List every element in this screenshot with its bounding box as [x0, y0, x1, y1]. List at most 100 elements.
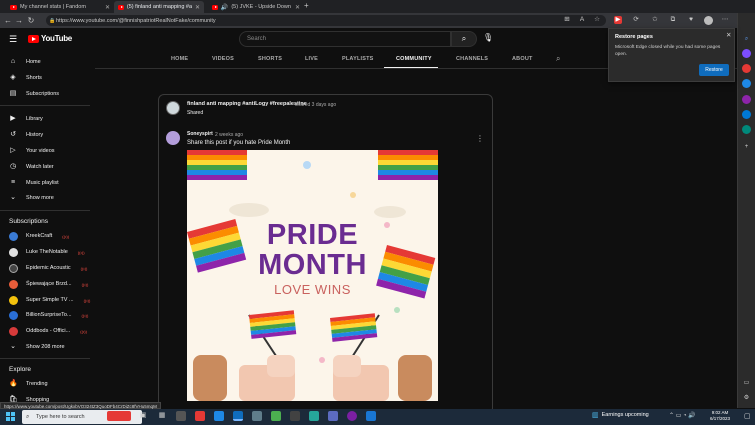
more-vertical-icon[interactable]: ⋮	[476, 134, 484, 143]
browser-tab[interactable]: 🔊 (5) JVKE - Upside Down (lyric ✕	[208, 1, 304, 13]
notification-icon[interactable]: ▢	[744, 412, 751, 420]
restore-button[interactable]: Restore	[699, 64, 729, 76]
add-icon[interactable]: +	[742, 143, 751, 152]
sidebar-item-music-playlist[interactable]: ≡ Music playlist	[9, 178, 59, 188]
popup-title: Restore pages	[615, 34, 653, 40]
tab-live[interactable]: LIVE	[305, 56, 318, 62]
favorites-icon[interactable]: ✩	[651, 16, 659, 24]
sidebar-item-trending[interactable]: 🔥 Trending	[9, 379, 48, 389]
taskbar-app-icon[interactable]	[347, 411, 357, 421]
post-image[interactable]: PRIDE MONTH LOVE WINS	[187, 150, 438, 401]
install-app-icon[interactable]: ⊞	[563, 16, 571, 24]
sidebar-item-subscriptions[interactable]: ▤ Subscriptions	[9, 89, 59, 99]
hamburger-menu-icon[interactable]: ☰	[9, 34, 17, 45]
sidebar-item-history[interactable]: ↺ History	[9, 130, 43, 140]
sidebar-item-show-more[interactable]: ⌄ Show more	[9, 193, 54, 203]
tab-channels[interactable]: CHANNELS	[456, 56, 488, 62]
taskbar-app-icon[interactable]	[195, 411, 205, 421]
taskbar-app-icon[interactable]	[176, 411, 186, 421]
taskbar-weather-widget[interactable]: ▥ Earnings upcoming	[592, 411, 649, 419]
favorite-star-icon[interactable]: ☆	[593, 16, 601, 24]
sidebar-subscription[interactable]: Śpiewające Brzd... ((•))	[9, 279, 88, 289]
url-input[interactable]: 🔒 https://www.youtube.com/@finnishpatrio…	[46, 15, 606, 26]
settings-gear-icon[interactable]: ⚙	[742, 394, 751, 403]
system-tray-icons[interactable]: ⌃ ▭ ◔ 🔊	[669, 412, 696, 419]
tab-playlists[interactable]: PLAYLISTS	[342, 56, 374, 62]
sidebar-subscription[interactable]: KreekCraft ((•))	[9, 231, 69, 241]
channel-search-icon[interactable]: ⌕	[556, 54, 560, 64]
games-icon[interactable]	[742, 79, 751, 88]
sidebar-item-label: Show 208 more	[26, 344, 65, 350]
sidebar-item-show-more-subscriptions[interactable]: ⌄ Show 208 more	[9, 342, 65, 352]
sidebar-layout-icon[interactable]: ▭	[742, 379, 751, 388]
microphone-icon[interactable]: 🎙	[483, 33, 493, 42]
post-author[interactable]: Soneyspirt	[187, 131, 213, 137]
subscription-name: KreekCraft	[26, 233, 53, 239]
sidebar-subscription[interactable]: Oddbods - Offici... ((•))	[9, 326, 87, 336]
close-tab-icon[interactable]: ✕	[105, 4, 110, 11]
taskbar-app-icon[interactable]	[290, 411, 300, 421]
sidebar-subscription[interactable]: Epidemic Acoustic ((•))	[9, 263, 87, 273]
tab-shorts[interactable]: SHORTS	[258, 56, 282, 62]
profile-avatar[interactable]	[704, 16, 713, 25]
speaker-icon[interactable]: 🔊	[221, 4, 228, 11]
taskbar-news-icon[interactable]	[107, 411, 131, 421]
close-tab-icon[interactable]: ✕	[195, 4, 200, 11]
tab-videos[interactable]: VIDEOS	[212, 56, 234, 62]
sidebar-item-label: History	[26, 132, 44, 138]
sidebar-subscription[interactable]: Luke TheNotable ((•))	[9, 247, 85, 257]
close-tab-icon[interactable]: ✕	[295, 4, 300, 11]
file-explorer-icon[interactable]	[214, 411, 224, 421]
post-timestamp[interactable]: 2 weeks ago	[215, 132, 243, 138]
office-icon[interactable]	[742, 95, 751, 104]
drop-icon[interactable]	[742, 125, 751, 134]
browser-tab-active[interactable]: (5) finland anti mapping #antiLo ✕	[114, 1, 204, 13]
shopping-icon[interactable]	[742, 64, 751, 73]
tab-about[interactable]: ABOUT	[512, 56, 533, 62]
avatar[interactable]	[166, 101, 180, 115]
shared-by-channel[interactable]: finland anti mapping #antiLogy #freepale…	[187, 101, 307, 107]
taskbar-app-icon[interactable]	[328, 411, 338, 421]
refresh-icon[interactable]: ↻	[26, 15, 36, 26]
search-input[interactable]: Search	[239, 31, 451, 47]
avatar	[9, 310, 18, 320]
sidebar-item-home[interactable]: ⌂ Home	[9, 57, 41, 67]
tab-community[interactable]: COMMUNITY	[396, 56, 432, 62]
extension-icon[interactable]: ▶	[614, 16, 622, 24]
playlist-icon: ≡	[10, 179, 16, 186]
youtube-logo[interactable]: YouTube	[28, 34, 72, 43]
sidebar-item-your-videos[interactable]: ▷ Your videos	[9, 146, 54, 156]
sidebar-item-library[interactable]: ▶ Library	[9, 114, 43, 124]
avatar[interactable]	[166, 131, 180, 145]
browser-tab-label: (5) finland anti mapping #antiLo	[126, 4, 192, 10]
search-button[interactable]: ⌕	[451, 31, 477, 47]
outlook-icon[interactable]	[742, 110, 751, 119]
search-icon[interactable]: ⌕	[742, 35, 751, 44]
sidebar-item-shorts[interactable]: ◈ Shorts	[9, 73, 42, 83]
chevron-down-icon: ⌄	[10, 343, 16, 350]
minecraft-icon[interactable]	[271, 411, 281, 421]
sidebar-subscription[interactable]: Super Simple TV ... ((•))	[9, 295, 90, 305]
browser-tab[interactable]: My channel stats | Fandom ✕	[6, 1, 114, 13]
taskbar-app-icon[interactable]	[252, 411, 262, 421]
forward-arrow-icon[interactable]: →	[14, 15, 24, 26]
collections-icon[interactable]: ⧉	[669, 16, 677, 24]
back-arrow-icon[interactable]: ←	[3, 15, 13, 26]
edge-browser-icon[interactable]	[233, 411, 243, 421]
tools-icon[interactable]	[742, 49, 751, 58]
close-icon[interactable]: ✕	[726, 31, 731, 39]
task-view-icon[interactable]: ▣	[138, 411, 148, 421]
windows-start-icon[interactable]	[6, 412, 15, 421]
read-aloud-icon[interactable]: A	[578, 16, 586, 24]
tab-home[interactable]: HOME	[171, 56, 188, 62]
more-options-icon[interactable]: ⋯	[721, 16, 729, 24]
sidebar-item-watch-later[interactable]: ◷ Watch later	[9, 162, 54, 172]
new-tab-button[interactable]: +	[304, 1, 309, 10]
taskbar-app-icon[interactable]	[366, 411, 376, 421]
widgets-icon[interactable]: ▦	[157, 411, 167, 421]
sidebar-subscription[interactable]: BillionSurpriseTo... ((•))	[9, 310, 88, 320]
taskbar-app-icon[interactable]	[309, 411, 319, 421]
refresh-extension-icon[interactable]: ⟳	[632, 16, 640, 24]
taskbar-clock[interactable]: 9:02 AM 6/17/2023	[710, 410, 730, 422]
browser-essentials-icon[interactable]: ♥	[687, 16, 695, 24]
